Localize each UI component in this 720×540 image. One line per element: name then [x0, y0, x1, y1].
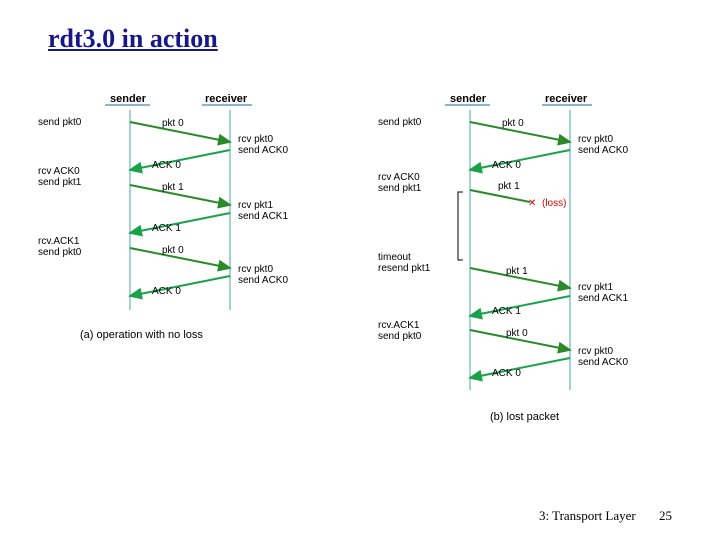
diagram-a: sender receiver pkt 0 ACK 0 pkt 1 ACK 1 …: [20, 80, 340, 360]
svg-text:rcv ACK0send pkt1: rcv ACK0send pkt1: [378, 172, 422, 194]
page-number: 25: [659, 508, 672, 523]
svg-text:rcv pkt1send ACK1: rcv pkt1send ACK1: [578, 282, 628, 304]
svg-text:rcv.ACK1send pkt0: rcv.ACK1send pkt0: [378, 320, 422, 342]
svg-text:pkt 0: pkt 0: [506, 328, 528, 339]
svg-text:rcv ACK0send pkt1: rcv ACK0send pkt1: [38, 166, 82, 188]
svg-text:receiver: receiver: [545, 93, 588, 105]
svg-text:send pkt0: send pkt0: [38, 117, 82, 128]
svg-text:(b) lost packet: (b) lost packet: [490, 411, 559, 423]
svg-text:send pkt0: send pkt0: [378, 117, 422, 128]
svg-text:ACK 0: ACK 0: [152, 286, 181, 297]
svg-text:rcv pkt0send ACK0: rcv pkt0send ACK0: [238, 134, 288, 156]
svg-text:pkt 1: pkt 1: [506, 266, 528, 277]
svg-text:pkt 0: pkt 0: [162, 245, 184, 256]
svg-text:ACK 0: ACK 0: [152, 160, 181, 171]
svg-text:ACK 1: ACK 1: [152, 223, 181, 234]
svg-text:pkt 1: pkt 1: [498, 181, 520, 192]
svg-text:ACK 0: ACK 0: [492, 368, 521, 379]
svg-text:ACK 1: ACK 1: [492, 306, 521, 317]
svg-text:receiver: receiver: [205, 93, 248, 105]
svg-text:pkt 1: pkt 1: [162, 182, 184, 193]
svg-text:rcv pkt0send ACK0: rcv pkt0send ACK0: [578, 346, 628, 368]
svg-text:(a) operation with no loss: (a) operation with no loss: [80, 329, 203, 341]
diagram-b: sender receiver pkt 0 ACK 0 pkt 1 ✕ (los…: [360, 80, 700, 440]
loss-x-icon: ✕: [528, 198, 536, 209]
page-title: rdt3.0 in action: [48, 24, 218, 54]
svg-text:timeoutresend pkt1: timeoutresend pkt1: [378, 252, 431, 274]
svg-text:sender: sender: [450, 93, 487, 105]
footer-section: 3: Transport Layer: [539, 508, 636, 523]
svg-text:rcv pkt0send ACK0: rcv pkt0send ACK0: [238, 264, 288, 286]
svg-text:rcv pkt1send ACK1: rcv pkt1send ACK1: [238, 200, 288, 222]
svg-text:pkt 0: pkt 0: [162, 118, 184, 129]
svg-text:(loss): (loss): [542, 198, 566, 209]
footer: 3: Transport Layer 25: [539, 508, 672, 524]
svg-text:ACK 0: ACK 0: [492, 160, 521, 171]
svg-text:rcv.ACK1send pkt0: rcv.ACK1send pkt0: [38, 236, 82, 258]
svg-text:sender: sender: [110, 93, 147, 105]
svg-text:rcv pkt0send ACK0: rcv pkt0send ACK0: [578, 134, 628, 156]
svg-text:pkt 0: pkt 0: [502, 118, 524, 129]
